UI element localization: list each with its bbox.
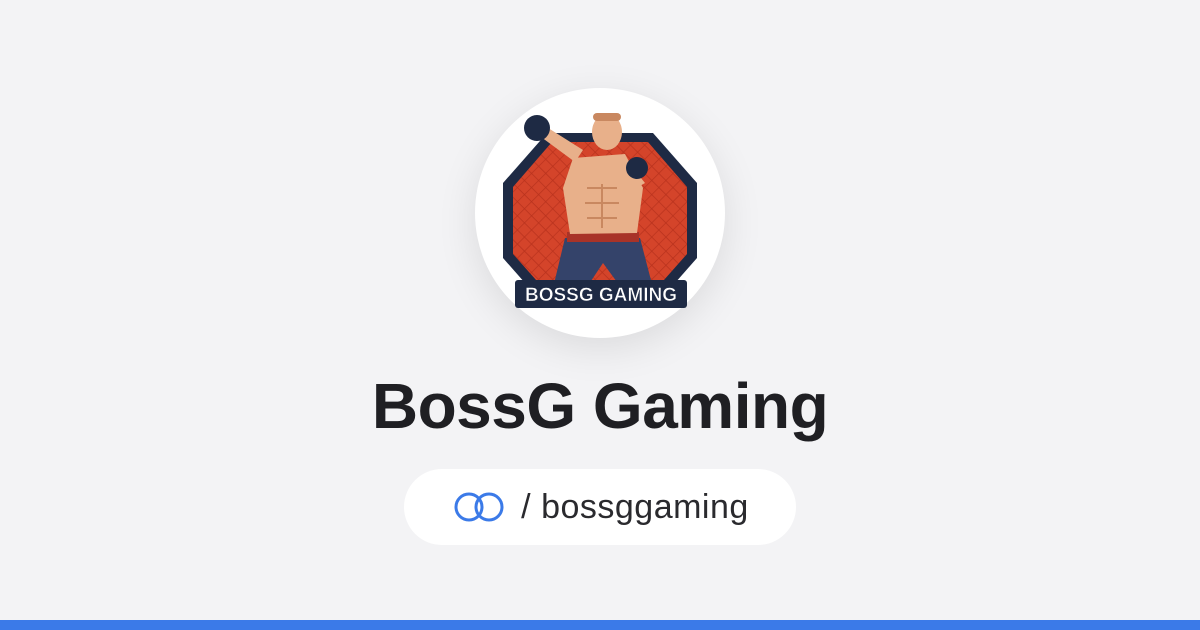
- bottom-accent-bar: [0, 620, 1200, 630]
- avatar-logo: BOSSG GAMING: [503, 113, 697, 308]
- profile-link-pill[interactable]: / bossggaming: [404, 469, 796, 545]
- avatar-logo-text: BOSSG GAMING: [525, 285, 677, 306]
- profile-avatar: BOSSG GAMING: [475, 88, 725, 338]
- profile-handle: / bossggaming: [521, 487, 749, 526]
- linked-rings-icon: [451, 490, 507, 524]
- profile-name: BossG Gaming: [371, 370, 829, 442]
